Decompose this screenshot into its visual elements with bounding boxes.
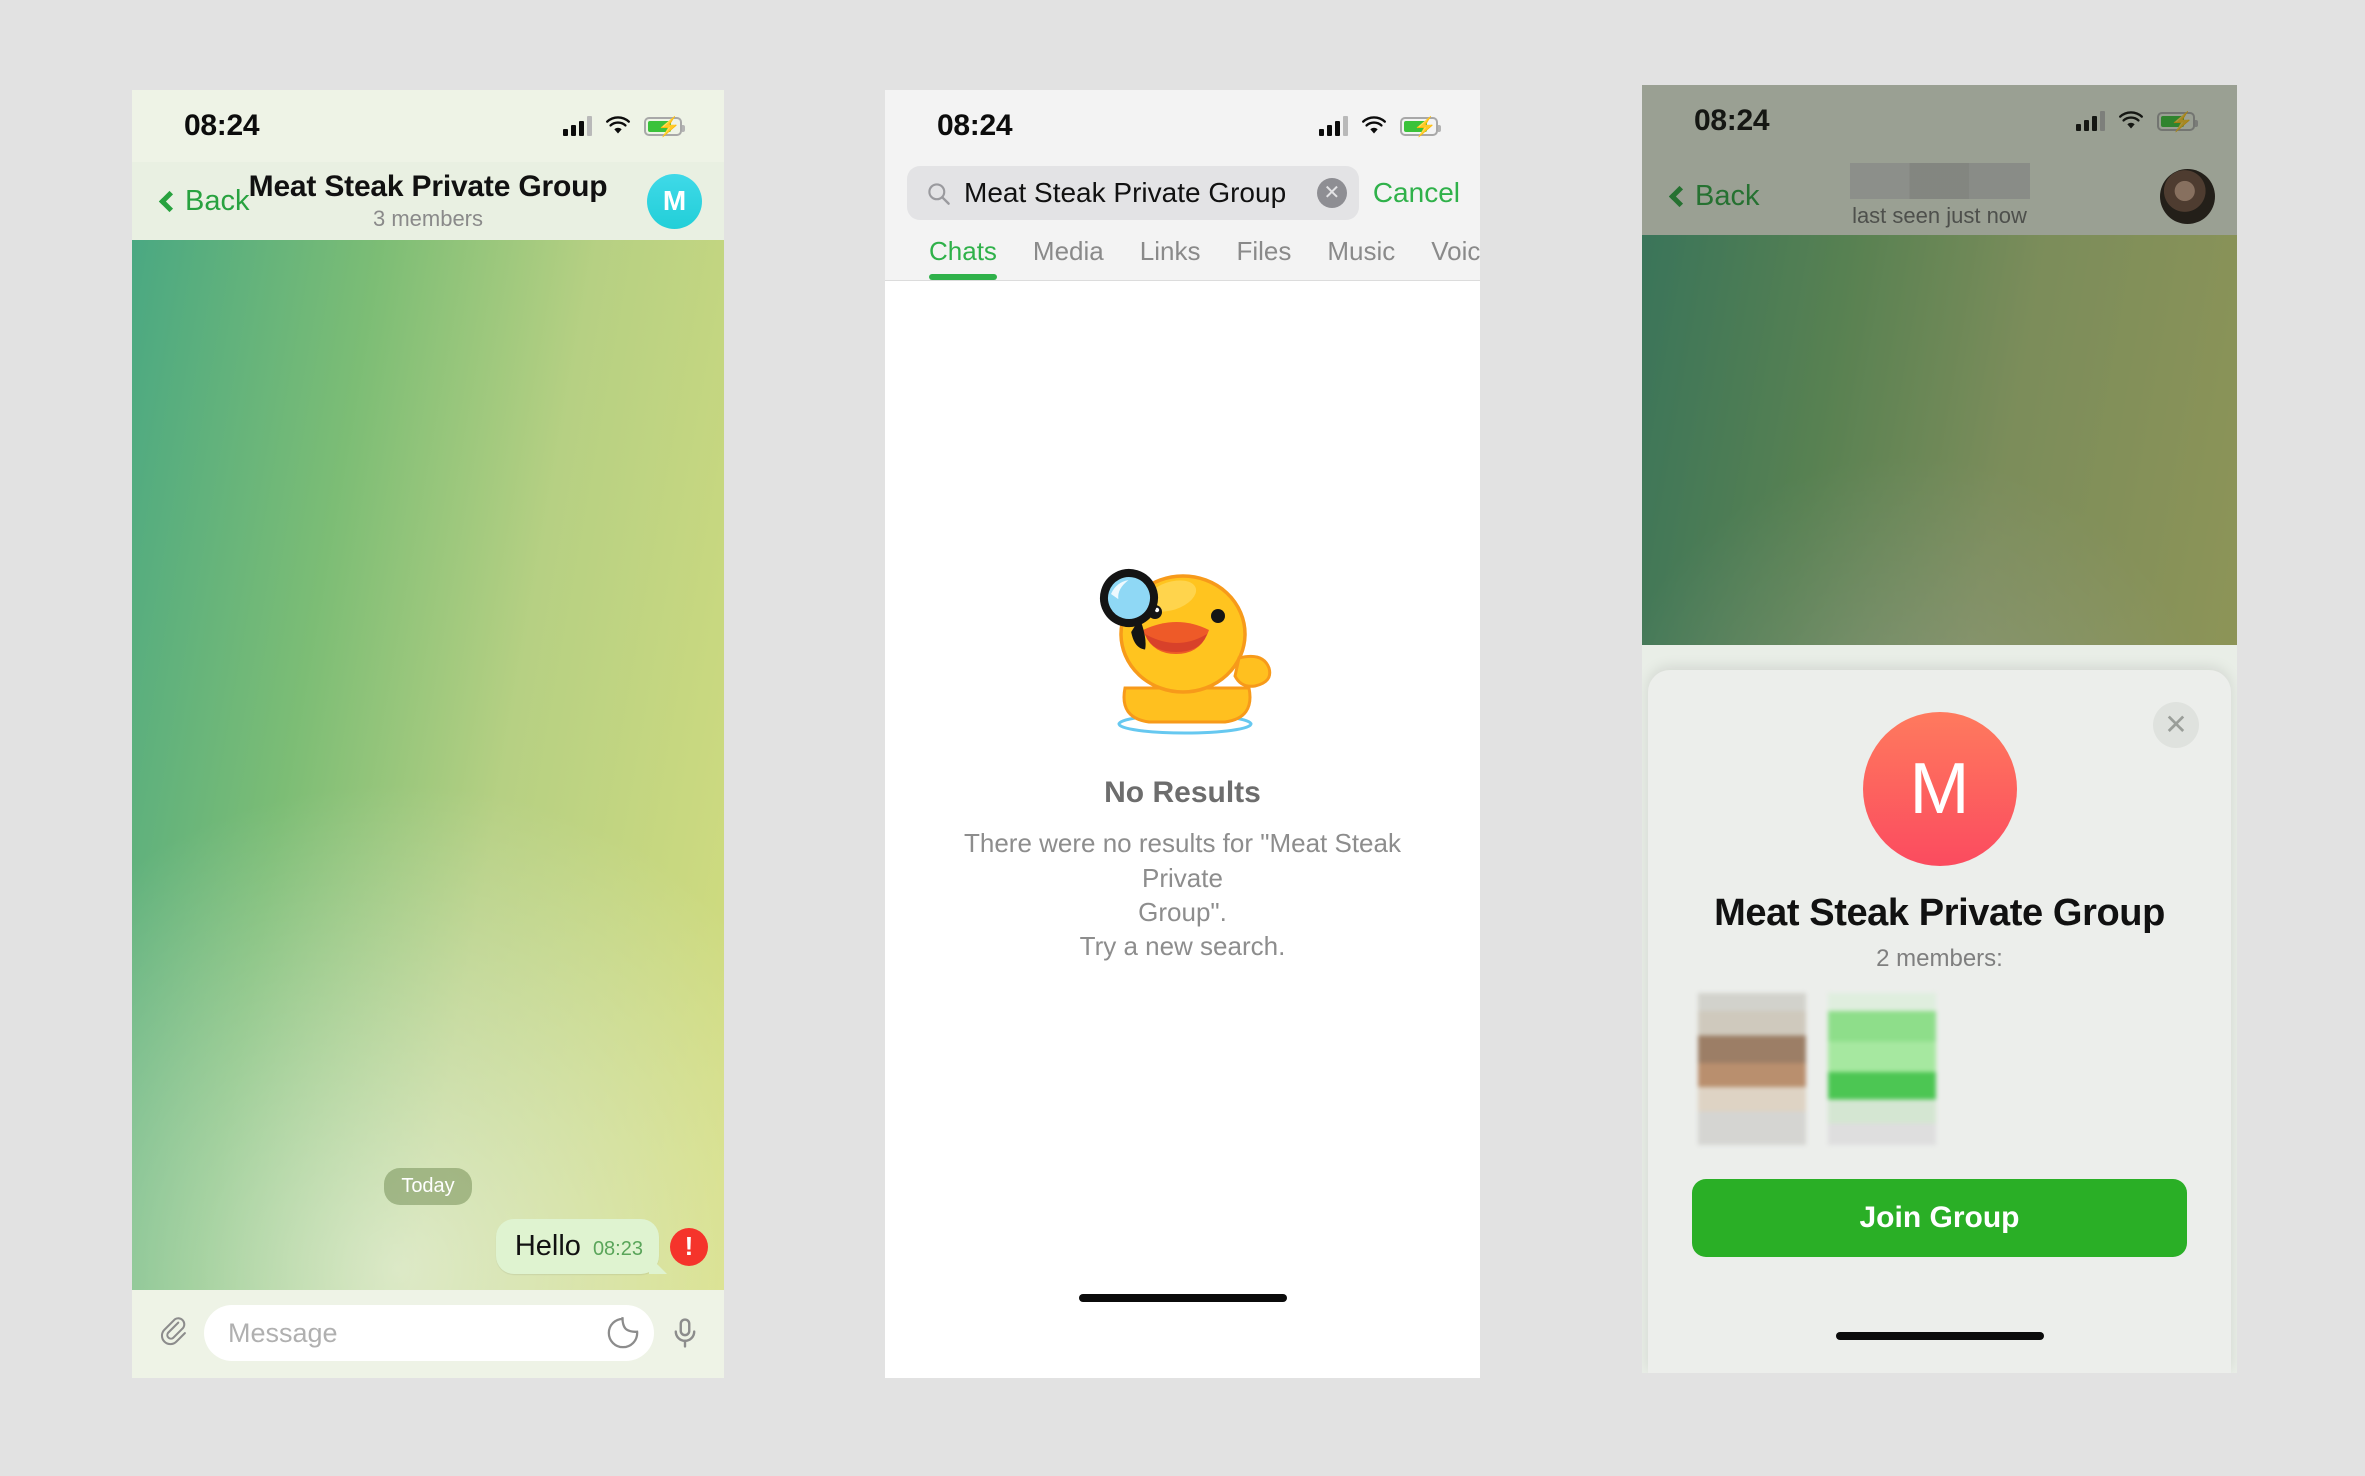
clear-icon[interactable]: ✕ bbox=[1316, 178, 1347, 208]
chat-message-area: Today Hello 08:23 ! bbox=[132, 240, 724, 1290]
tab-music[interactable]: Music bbox=[1309, 236, 1413, 280]
group-name: Meat Steak Private Group bbox=[1714, 892, 2165, 934]
phone-panel-chat: 08:24 ⚡ Back Meat Steak Private Group 3 … bbox=[132, 90, 724, 1378]
member-thumbnail[interactable] bbox=[1698, 993, 1806, 1145]
home-indicator-area bbox=[885, 1261, 1480, 1335]
wifi-icon bbox=[2119, 111, 2143, 129]
phone-panel-join-group: 08:24 ⚡ Back last seen just now ✕ M Meat… bbox=[1642, 85, 2237, 1373]
home-indicator[interactable] bbox=[1835, 1332, 2044, 1340]
battery-charging-icon: ⚡ bbox=[644, 116, 685, 137]
empty-state-title: No Results bbox=[1104, 776, 1261, 810]
battery-charging-icon: ⚡ bbox=[1400, 116, 1441, 137]
status-bar-icons: ⚡ bbox=[2076, 111, 2198, 132]
status-bar: 08:24 ⚡ bbox=[885, 90, 1480, 162]
back-button[interactable]: Back bbox=[158, 184, 250, 218]
battery-charging-icon: ⚡ bbox=[2157, 111, 2198, 132]
microphone-icon[interactable] bbox=[668, 1316, 702, 1350]
message-list: Today Hello 08:23 ! bbox=[132, 1168, 724, 1290]
close-icon[interactable]: ✕ bbox=[2153, 702, 2199, 748]
duck-with-magnifier-sticker bbox=[1099, 569, 1271, 735]
search-row: Meat Steak Private Group ✕ Cancel bbox=[907, 166, 1460, 220]
send-failed-icon[interactable]: ! bbox=[670, 1227, 708, 1266]
chevron-left-icon bbox=[1668, 185, 1691, 207]
join-group-sheet: ✕ M Meat Steak Private Group 2 members: … bbox=[1648, 670, 2231, 1373]
member-thumbnail-list bbox=[1692, 993, 1936, 1145]
wifi-icon bbox=[606, 116, 630, 134]
search-tabs: Chats Media Links Files Music Voice bbox=[907, 220, 1480, 280]
status-bar-time: 08:24 bbox=[184, 109, 260, 142]
wifi-icon bbox=[1362, 116, 1386, 134]
back-button[interactable]: Back bbox=[1668, 179, 1760, 213]
search-header: Meat Steak Private Group ✕ Cancel Chats … bbox=[885, 162, 1480, 280]
status-bar-icons: ⚡ bbox=[1319, 116, 1441, 137]
group-member-count: 2 members: bbox=[1876, 945, 2003, 972]
page-title: Meat Steak Private Group bbox=[248, 170, 608, 203]
message-bubble[interactable]: Hello 08:23 bbox=[495, 1219, 659, 1274]
member-thumbnail[interactable] bbox=[1828, 993, 1936, 1145]
tab-voice[interactable]: Voice bbox=[1413, 236, 1480, 280]
message-time: 08:23 bbox=[592, 1238, 643, 1260]
home-indicator-area bbox=[132, 1376, 724, 1378]
dimmed-chat-background: 08:24 ⚡ Back last seen just now bbox=[1642, 85, 2237, 645]
message-composer: Message bbox=[132, 1290, 724, 1376]
chat-header: Back last seen just now bbox=[1642, 157, 2237, 235]
join-group-button[interactable]: Join Group bbox=[1692, 1179, 2187, 1257]
message-input-placeholder: Message bbox=[228, 1317, 338, 1348]
status-bar-time: 08:24 bbox=[1694, 104, 1770, 137]
back-button-label: Back bbox=[185, 184, 250, 217]
status-bar-time: 08:24 bbox=[937, 109, 1013, 142]
chat-header: Back Meat Steak Private Group 3 members … bbox=[132, 162, 724, 240]
home-indicator[interactable] bbox=[1078, 1294, 1287, 1302]
last-seen-status: last seen just now bbox=[1852, 203, 2027, 228]
avatar[interactable] bbox=[2160, 168, 2215, 224]
tab-files[interactable]: Files bbox=[1218, 236, 1309, 280]
status-bar-icons: ⚡ bbox=[563, 116, 685, 137]
back-button-label: Back bbox=[1695, 179, 1760, 212]
member-count: 3 members bbox=[372, 206, 484, 231]
date-chip: Today bbox=[384, 1168, 472, 1205]
status-bar: 08:24 ⚡ bbox=[132, 90, 724, 162]
search-input-value: Meat Steak Private Group bbox=[964, 177, 1287, 208]
screenshot-stage: 08:24 ⚡ Back Meat Steak Private Group 3 … bbox=[0, 0, 2365, 1476]
phone-panel-search: 08:24 ⚡ Meat Steak Private Group ✕ Cance… bbox=[885, 90, 1480, 1378]
empty-state-description: There were no results for "Meat Steak Pr… bbox=[939, 826, 1426, 963]
search-input[interactable]: Meat Steak Private Group ✕ bbox=[907, 166, 1359, 220]
cellular-signal-icon bbox=[2076, 111, 2105, 131]
chevron-left-icon bbox=[158, 190, 181, 212]
tab-links[interactable]: Links bbox=[1122, 236, 1219, 280]
redacted-contact-name bbox=[1849, 163, 2030, 199]
tab-media[interactable]: Media bbox=[1015, 236, 1122, 280]
tab-chats[interactable]: Chats bbox=[929, 236, 1015, 280]
chat-message-area bbox=[1642, 235, 2237, 645]
avatar[interactable]: M bbox=[647, 173, 702, 229]
empty-state-description-line3: Try a new search. bbox=[1079, 931, 1286, 962]
empty-state-description-line1: There were no results for "Meat Steak Pr… bbox=[964, 828, 1401, 893]
home-indicator-area bbox=[1835, 1299, 2044, 1373]
group-avatar: M bbox=[1862, 712, 2017, 866]
message-text: Hello bbox=[514, 1230, 581, 1262]
search-icon bbox=[928, 182, 950, 205]
empty-state: No Results There were no results for "Me… bbox=[885, 241, 1480, 1261]
paperclip-icon[interactable] bbox=[156, 1316, 190, 1350]
message-row: Hello 08:23 ! bbox=[146, 1219, 710, 1274]
message-input[interactable]: Message bbox=[204, 1305, 654, 1361]
cancel-button[interactable]: Cancel bbox=[1373, 177, 1460, 209]
empty-state-description-line2: Group". bbox=[1138, 897, 1227, 927]
cellular-signal-icon bbox=[563, 116, 592, 136]
cellular-signal-icon bbox=[1319, 116, 1348, 136]
sticker-icon[interactable] bbox=[606, 1316, 640, 1350]
status-bar: 08:24 ⚡ bbox=[1642, 85, 2237, 157]
